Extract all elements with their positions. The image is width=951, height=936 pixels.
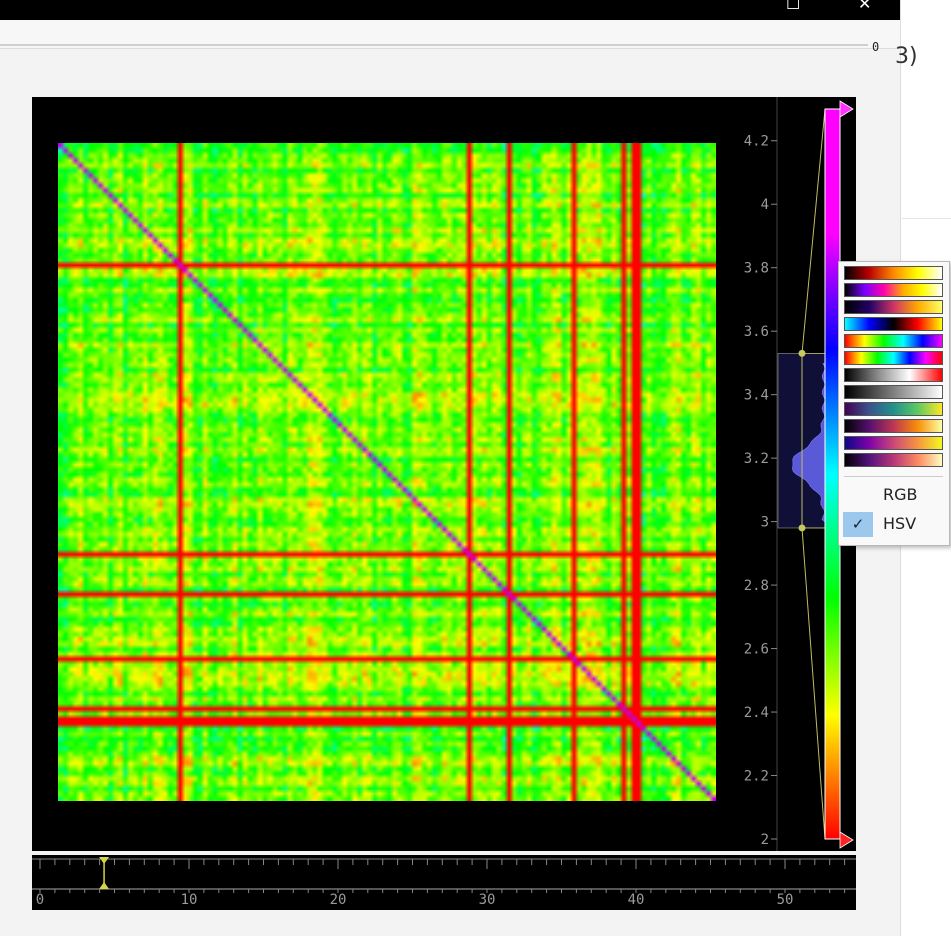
side-panel-divider — [902, 218, 951, 219]
colorbar-tick-label: 2.8 — [744, 578, 769, 594]
menu-item-rgb[interactable]: RGB — [839, 481, 949, 509]
colorbar-tick-label: 2 — [761, 832, 769, 848]
colormap-option-bipolar[interactable] — [844, 317, 943, 331]
colorbar-tick-label: 3.4 — [744, 388, 769, 404]
correlation-heatmap[interactable] — [58, 143, 716, 801]
colormap-option-thermal[interactable] — [844, 266, 943, 280]
colorbar-tick-label: 3.6 — [744, 324, 769, 340]
timeline-tick-label: 50 — [777, 892, 794, 908]
image-view[interactable]: 4.2 4 3.8 3.6 3.4 3.2 3 2.8 2.6 2.4 2.2 2 — [32, 97, 856, 851]
colorbar-tick-label: 4.2 — [744, 134, 769, 150]
timeline-tick-label: 10 — [181, 892, 198, 908]
timeline-tick-label: 30 — [479, 892, 496, 908]
colorbar-tick-label: 4 — [761, 197, 769, 213]
colormap-menu[interactable]: RGB ✓ HSV — [838, 261, 950, 546]
menu-item-hsv[interactable]: ✓ HSV — [839, 510, 949, 538]
side-panel-label: 3) — [895, 44, 918, 69]
menu-item-label: RGB — [883, 485, 918, 504]
colormap-option-grey[interactable] — [844, 385, 943, 399]
level-min-handle[interactable] — [798, 524, 806, 532]
checkmark-icon: ✓ — [843, 512, 873, 537]
colormap-max-triangle[interactable] — [839, 100, 854, 118]
frame-slider[interactable] — [0, 44, 868, 46]
timeline-tick-label: 20 — [330, 892, 347, 908]
colorbar-tick-label: 2.6 — [744, 642, 769, 658]
colormap-min-triangle[interactable] — [839, 831, 854, 849]
window-titlebar: ☐ ✕ — [0, 0, 900, 20]
level-max-handle[interactable] — [798, 349, 806, 357]
colorbar-tick-label: 3 — [761, 515, 769, 531]
colormap-option-cyclic[interactable] — [844, 351, 943, 365]
close-icon[interactable]: ✕ — [858, 0, 871, 14]
colormap-option-magma[interactable] — [844, 453, 943, 467]
time-marker[interactable] — [99, 857, 110, 889]
timeline-tick-label: 40 — [628, 892, 645, 908]
colorbar-tick-label: 3.8 — [744, 261, 769, 277]
menu-item-label: HSV — [883, 514, 917, 533]
colormap-option-plasma[interactable] — [844, 436, 943, 450]
colormap-option-greyclip[interactable] — [844, 368, 943, 382]
colormap-option-spectrum[interactable] — [844, 334, 943, 348]
colormap-option-flame[interactable] — [844, 283, 943, 297]
colorbar-tick-label: 3.2 — [744, 451, 769, 467]
colormap-option-yellowy[interactable] — [844, 300, 943, 314]
colormap-option-viridis[interactable] — [844, 402, 943, 416]
maximize-icon[interactable]: ☐ — [786, 0, 800, 14]
colorbar-tick-label: 2.2 — [744, 769, 769, 785]
timeline-slider[interactable]: 0 10 20 30 40 50 — [32, 855, 856, 910]
menu-separator — [844, 476, 943, 477]
timeline-tick-label: 0 — [36, 892, 44, 908]
colorbar-tick-label: 2.4 — [744, 705, 769, 721]
colormap-option-inferno[interactable] — [844, 419, 943, 433]
frame-slider-value: 0 — [872, 40, 880, 54]
